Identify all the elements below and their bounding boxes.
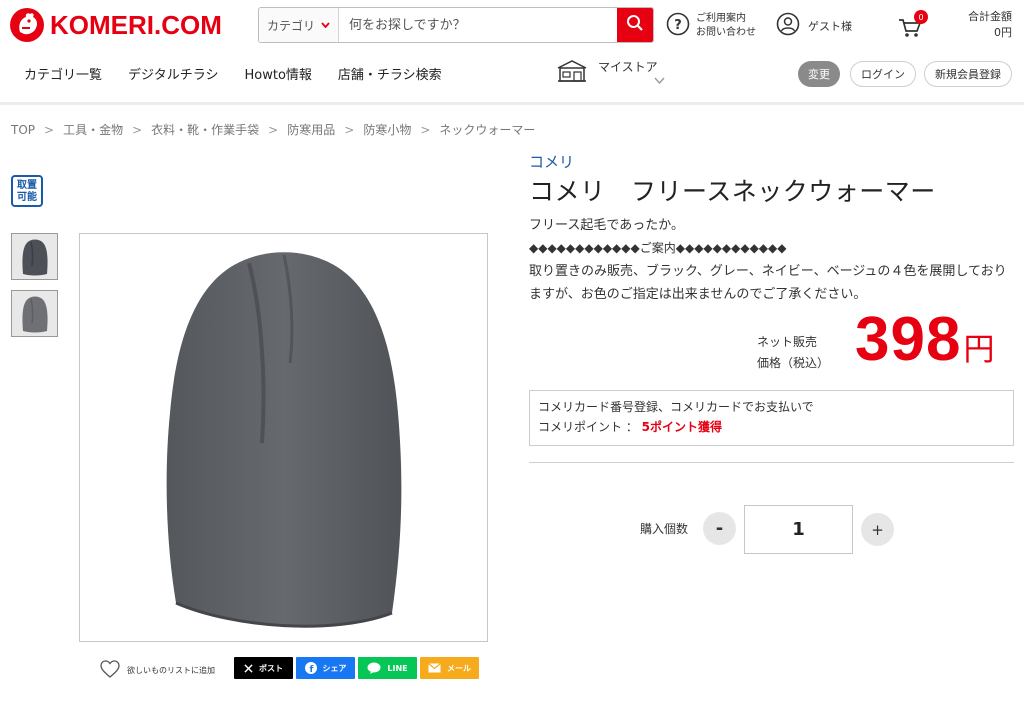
- beanie-thumbnail-image: [21, 296, 48, 332]
- cart-button[interactable]: 0: [897, 10, 928, 42]
- main-nav: カテゴリ一覧 デジタルチラシ Howto情報 店舗・チラシ検索: [24, 64, 468, 83]
- share-x-button[interactable]: ポスト: [234, 657, 293, 679]
- rooster-logo-icon: [10, 8, 44, 42]
- cart-total: 合計金額 0円: [968, 9, 1012, 41]
- breadcrumb-item[interactable]: 防寒小物: [363, 121, 411, 138]
- change-store-button[interactable]: 変更: [798, 61, 840, 87]
- site-logo[interactable]: KOMERI.COM: [10, 8, 222, 42]
- question-icon: ?: [666, 12, 690, 40]
- svg-text:?: ?: [674, 18, 682, 33]
- chevron-right-icon: >: [268, 122, 279, 137]
- points-info-box: コメリカード番号登録、コメリカードでお支払いで コメリポイント ： 5ポイント獲…: [529, 390, 1014, 446]
- price: 398 円: [855, 304, 994, 375]
- chevron-down-icon: [321, 20, 330, 31]
- beanie-thumbnail-image: [21, 239, 48, 275]
- help-link[interactable]: ? ご利用案内 お問い合わせ: [666, 12, 756, 40]
- share-mail-label: メール: [447, 663, 471, 673]
- search-button[interactable]: [617, 8, 653, 42]
- heart-icon: [100, 660, 120, 680]
- search-icon: [626, 14, 644, 36]
- cart-total-value: 0円: [994, 26, 1012, 39]
- nav-store-search[interactable]: 店舗・チラシ検索: [338, 64, 442, 83]
- guest-account-link[interactable]: ゲスト様: [776, 12, 852, 39]
- user-icon: [776, 12, 800, 39]
- store-icon: [556, 58, 588, 87]
- wishlist-button[interactable]: 欲しいものリストに追加: [100, 660, 215, 680]
- share-facebook-label: シェア: [322, 663, 347, 673]
- quantity-decrease-button[interactable]: -: [703, 512, 736, 545]
- search-input[interactable]: [339, 8, 617, 42]
- price-unit: 円: [963, 332, 995, 367]
- nav-howto[interactable]: Howto情報: [245, 64, 312, 83]
- quantity-increase-button[interactable]: +: [861, 513, 894, 546]
- brand-link[interactable]: コメリ: [529, 151, 574, 172]
- search-bar: カテゴリ: [258, 7, 654, 43]
- product-title: コメリ フリースネックウォーマー: [529, 177, 936, 206]
- search-category-label: カテゴリ: [267, 18, 316, 33]
- price-label-line2: 価格（税込）: [757, 356, 830, 370]
- chevron-down-icon[interactable]: [654, 76, 665, 87]
- mail-icon: [428, 663, 441, 673]
- price-value: 398: [855, 305, 962, 374]
- main-product-image[interactable]: [79, 233, 488, 642]
- quantity-input[interactable]: 1: [744, 505, 853, 554]
- breadcrumb-item-current[interactable]: ネックウォーマー: [439, 121, 535, 138]
- points-value: 5ポイント獲得: [641, 420, 722, 434]
- share-line-label: LINE: [387, 663, 408, 673]
- cart-count-badge: 0: [914, 10, 928, 24]
- product-thumbnail[interactable]: [11, 290, 58, 337]
- chevron-right-icon: >: [132, 122, 143, 137]
- help-line1: ご利用案内: [696, 13, 746, 24]
- points-line1: コメリカード番号登録、コメリカードでお支払いで: [538, 400, 814, 414]
- points-prefix: コメリポイント ：: [538, 420, 642, 434]
- share-x-label: ポスト: [259, 663, 283, 673]
- description-line: ◆◆◆◆◆◆◆◆◆◆◆◆ご案内◆◆◆◆◆◆◆◆◆◆◆◆: [529, 241, 787, 255]
- x-logo-icon: [244, 663, 253, 673]
- search-category-select[interactable]: カテゴリ: [259, 8, 339, 42]
- share-facebook-button[interactable]: f シェア: [296, 657, 355, 679]
- my-store-label: マイストア: [598, 60, 658, 74]
- pickup-badge-line1: 取置: [17, 180, 37, 191]
- quantity-label: 購入個数: [640, 522, 689, 536]
- guest-label: ゲスト様: [808, 19, 852, 33]
- chevron-right-icon: >: [44, 122, 55, 137]
- breadcrumb-item[interactable]: 防寒用品: [287, 121, 335, 138]
- description-line: フリース起毛であったか。: [529, 218, 684, 233]
- help-line2: お問い合わせ: [696, 27, 756, 38]
- pickup-available-badge: 取置 可能: [11, 175, 43, 207]
- svg-text:f: f: [309, 665, 313, 674]
- logo-text: KOMERI.COM: [50, 9, 222, 40]
- breadcrumb-item[interactable]: 衣料・靴・作業手袋: [151, 121, 259, 138]
- chevron-right-icon: >: [420, 122, 431, 137]
- chevron-right-icon: >: [344, 122, 355, 137]
- breadcrumb-item[interactable]: 工具・金物: [63, 121, 123, 138]
- price-label-line1: ネット販売: [757, 335, 818, 349]
- breadcrumb: TOP > 工具・金物 > 衣料・靴・作業手袋 > 防寒用品 > 防寒小物 > …: [11, 121, 535, 138]
- share-line-button[interactable]: LINE: [358, 657, 417, 679]
- header-divider: [0, 102, 1024, 105]
- section-divider: [529, 462, 1014, 463]
- pickup-badge-line2: 可能: [17, 192, 37, 203]
- product-description: フリース起毛であったか。 ◆◆◆◆◆◆◆◆◆◆◆◆ご案内◆◆◆◆◆◆◆◆◆◆◆◆…: [529, 214, 1019, 306]
- nav-digital-flyer[interactable]: デジタルチラシ: [128, 64, 218, 83]
- facebook-icon: f: [304, 662, 317, 674]
- login-button[interactable]: ログイン: [850, 61, 916, 87]
- wishlist-label: 欲しいものリストに追加: [127, 665, 215, 675]
- product-thumbnail[interactable]: [11, 233, 58, 280]
- cart-total-label: 合計金額: [968, 10, 1012, 23]
- price-label: ネット販売 価格（税込）: [757, 332, 829, 374]
- register-button[interactable]: 新規会員登録: [924, 61, 1012, 87]
- breadcrumb-item[interactable]: TOP: [11, 123, 35, 137]
- my-store[interactable]: マイストア: [556, 58, 658, 87]
- nav-category-list[interactable]: カテゴリ一覧: [24, 64, 102, 83]
- description-line: 取り置きのみ販売、ブラック、グレー、ネイビー、ベージュの４色を展開しておりますが…: [529, 264, 1007, 302]
- beanie-image: [166, 251, 401, 628]
- line-chat-icon: [367, 662, 381, 674]
- share-mail-button[interactable]: メール: [420, 657, 479, 679]
